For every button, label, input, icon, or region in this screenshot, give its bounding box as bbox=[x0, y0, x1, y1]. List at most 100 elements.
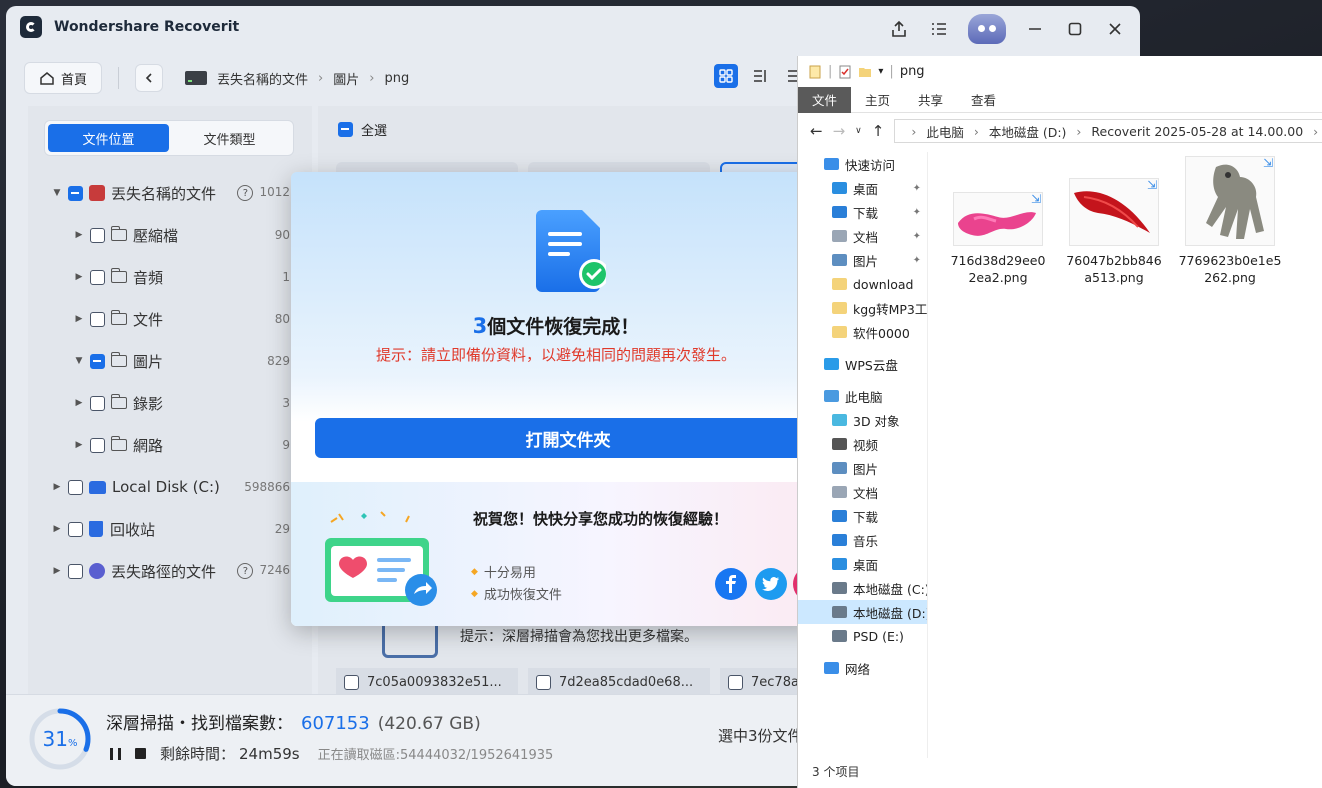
menu-list-icon[interactable] bbox=[928, 18, 950, 40]
maximize-icon[interactable] bbox=[1064, 18, 1086, 40]
dropdown-icon[interactable]: ▾ bbox=[878, 66, 883, 77]
tree-item[interactable]: ▶ 回收站 29 bbox=[28, 508, 312, 550]
nav-item[interactable]: PSD (E:) bbox=[798, 624, 927, 648]
breadcrumb-item[interactable]: 圖片 bbox=[333, 69, 359, 88]
caret-down-icon[interactable]: ▼ bbox=[52, 188, 62, 198]
tree-item[interactable]: ▼ 丟失名稱的文件 ? 1012 bbox=[28, 172, 312, 214]
breadcrumb-item[interactable]: png bbox=[384, 71, 409, 86]
nav-item[interactable]: 本地磁盘 (C:) bbox=[798, 576, 927, 600]
file-checkbox[interactable] bbox=[728, 674, 743, 690]
back-button[interactable] bbox=[135, 64, 164, 92]
nav-item[interactable]: kgg转MP3工具 bbox=[798, 296, 927, 320]
tree-checkbox[interactable] bbox=[90, 395, 105, 411]
nav-item[interactable]: 下载 ✦ bbox=[798, 200, 927, 224]
select-all[interactable]: 全選 bbox=[338, 120, 387, 139]
nav-item[interactable]: 音乐 bbox=[798, 528, 927, 552]
tree-item[interactable]: ▶ 錄影 3 bbox=[28, 382, 312, 424]
nav-item[interactable]: 桌面 bbox=[798, 552, 927, 576]
close-icon[interactable] bbox=[1104, 18, 1126, 40]
nav-item[interactable]: WPS云盘 bbox=[798, 352, 927, 376]
caret-right-icon[interactable]: ▶ bbox=[52, 482, 62, 492]
ribbon-tab-share[interactable]: 共享 bbox=[904, 87, 957, 113]
help-icon[interactable]: ? bbox=[237, 563, 254, 580]
tree-checkbox[interactable] bbox=[90, 353, 105, 369]
detail-view-icon[interactable] bbox=[748, 64, 772, 88]
caret-right-icon[interactable]: ▶ bbox=[74, 314, 84, 324]
breadcrumb-item[interactable]: 丟失名稱的文件 bbox=[217, 69, 308, 88]
file-item[interactable]: ⇲ 7769623b0e1e5 262.png bbox=[1176, 156, 1284, 286]
tab-file-location[interactable]: 文件位置 bbox=[48, 124, 169, 152]
file-label[interactable]: 7d2ea85cdad0e68... bbox=[528, 668, 710, 696]
file-label[interactable]: 7c05a0093832e51... bbox=[336, 668, 518, 696]
forward-arrow-icon[interactable]: → bbox=[833, 122, 846, 140]
nav-item[interactable]: 快速访问 bbox=[798, 152, 927, 176]
assistant-robot-icon[interactable] bbox=[968, 14, 1006, 44]
folder-page-icon[interactable] bbox=[808, 65, 822, 79]
grid-view-icon[interactable] bbox=[714, 64, 738, 88]
nav-item[interactable]: download bbox=[798, 272, 927, 296]
recent-dropdown-icon[interactable]: ∨ bbox=[855, 126, 862, 136]
stop-icon[interactable] bbox=[135, 748, 146, 759]
nav-item[interactable]: 文档 ✦ bbox=[798, 224, 927, 248]
nav-item[interactable]: 软件0000 bbox=[798, 320, 927, 344]
nav-item[interactable]: 文档 bbox=[798, 480, 927, 504]
nav-item[interactable]: 3D 对象 bbox=[798, 408, 927, 432]
back-arrow-icon[interactable]: ← bbox=[810, 122, 823, 140]
share-upload-icon[interactable] bbox=[888, 18, 910, 40]
properties-check-icon[interactable] bbox=[838, 65, 852, 79]
caret-right-icon[interactable]: ▶ bbox=[74, 230, 84, 240]
file-checkbox[interactable] bbox=[344, 674, 359, 690]
tree-checkbox[interactable] bbox=[90, 311, 105, 327]
nav-item[interactable]: 视频 bbox=[798, 432, 927, 456]
tree-item[interactable]: ▶ 文件 80 bbox=[28, 298, 312, 340]
open-folder-button[interactable]: 打開文件夾 bbox=[315, 418, 821, 458]
tree-item[interactable]: ▶ 丟失路徑的文件 ? 7246 bbox=[28, 550, 312, 592]
tree-checkbox[interactable] bbox=[90, 227, 105, 243]
caret-right-icon[interactable]: ▶ bbox=[52, 566, 62, 576]
tree-checkbox[interactable] bbox=[90, 437, 105, 453]
file-item[interactable]: ⇲ 76047b2bb846 a513.png bbox=[1060, 156, 1168, 286]
address-part[interactable]: 本地磁盘 (D:) bbox=[989, 122, 1067, 141]
person-icon bbox=[89, 563, 105, 579]
tree-item[interactable]: ▶ 網路 9 bbox=[28, 424, 312, 466]
nav-item[interactable]: 图片 bbox=[798, 456, 927, 480]
tree-item[interactable]: ▶ 音頻 1 bbox=[28, 256, 312, 298]
tree-item[interactable]: ▶ 壓縮檔 90 bbox=[28, 214, 312, 256]
caret-right-icon[interactable]: ▶ bbox=[74, 440, 84, 450]
minimize-icon[interactable] bbox=[1024, 18, 1046, 40]
help-icon[interactable]: ? bbox=[237, 185, 254, 202]
caret-right-icon[interactable]: ▶ bbox=[74, 398, 84, 408]
tab-file-type[interactable]: 文件類型 bbox=[169, 124, 290, 152]
nav-item[interactable]: 网络 bbox=[798, 656, 927, 680]
caret-down-icon[interactable]: ▼ bbox=[74, 356, 84, 366]
caret-right-icon[interactable]: ▶ bbox=[74, 272, 84, 282]
nav-item[interactable]: 下载 bbox=[798, 504, 927, 528]
pause-icon[interactable] bbox=[110, 747, 121, 760]
ribbon-tab-file[interactable]: 文件 bbox=[798, 86, 852, 113]
facebook-icon[interactable] bbox=[715, 568, 747, 600]
file-item[interactable]: ⇲ 716d38d29ee0 2ea2.png bbox=[944, 156, 1052, 286]
address-part[interactable]: 此电脑 bbox=[926, 122, 964, 141]
home-button[interactable]: 首頁 bbox=[24, 62, 103, 94]
file-checkbox[interactable] bbox=[536, 674, 551, 690]
twitter-icon[interactable] bbox=[755, 568, 787, 600]
address-part[interactable]: Recoverit 2025-05-28 at 14.00.00 bbox=[1091, 124, 1303, 139]
tree-checkbox[interactable] bbox=[68, 479, 83, 495]
address-bar[interactable]: › 此电脑 › 本地磁盘 (D:) › Recoverit 2025-05-28… bbox=[894, 119, 1322, 143]
nav-item[interactable]: 图片 ✦ bbox=[798, 248, 927, 272]
caret-right-icon[interactable]: ▶ bbox=[52, 524, 62, 534]
tree-item[interactable]: ▶ Local Disk (C:) 598866 bbox=[28, 466, 312, 508]
tree-checkbox[interactable] bbox=[68, 185, 83, 201]
tree-checkbox[interactable] bbox=[68, 563, 83, 579]
ribbon-tab-home[interactable]: 主页 bbox=[851, 87, 904, 113]
nav-item[interactable]: 桌面 ✦ bbox=[798, 176, 927, 200]
nav-item[interactable]: 此电脑 bbox=[798, 384, 927, 408]
up-arrow-icon[interactable]: ↑ bbox=[872, 122, 885, 140]
ribbon-tab-view[interactable]: 查看 bbox=[957, 87, 1010, 113]
nav-item[interactable]: 本地磁盘 (D:) bbox=[798, 600, 927, 624]
tree-item[interactable]: ▼ 圖片 829 bbox=[28, 340, 312, 382]
tree-checkbox[interactable] bbox=[68, 521, 83, 537]
tree-checkbox[interactable] bbox=[90, 269, 105, 285]
select-all-checkbox[interactable] bbox=[338, 122, 353, 137]
new-folder-icon[interactable] bbox=[858, 65, 872, 79]
